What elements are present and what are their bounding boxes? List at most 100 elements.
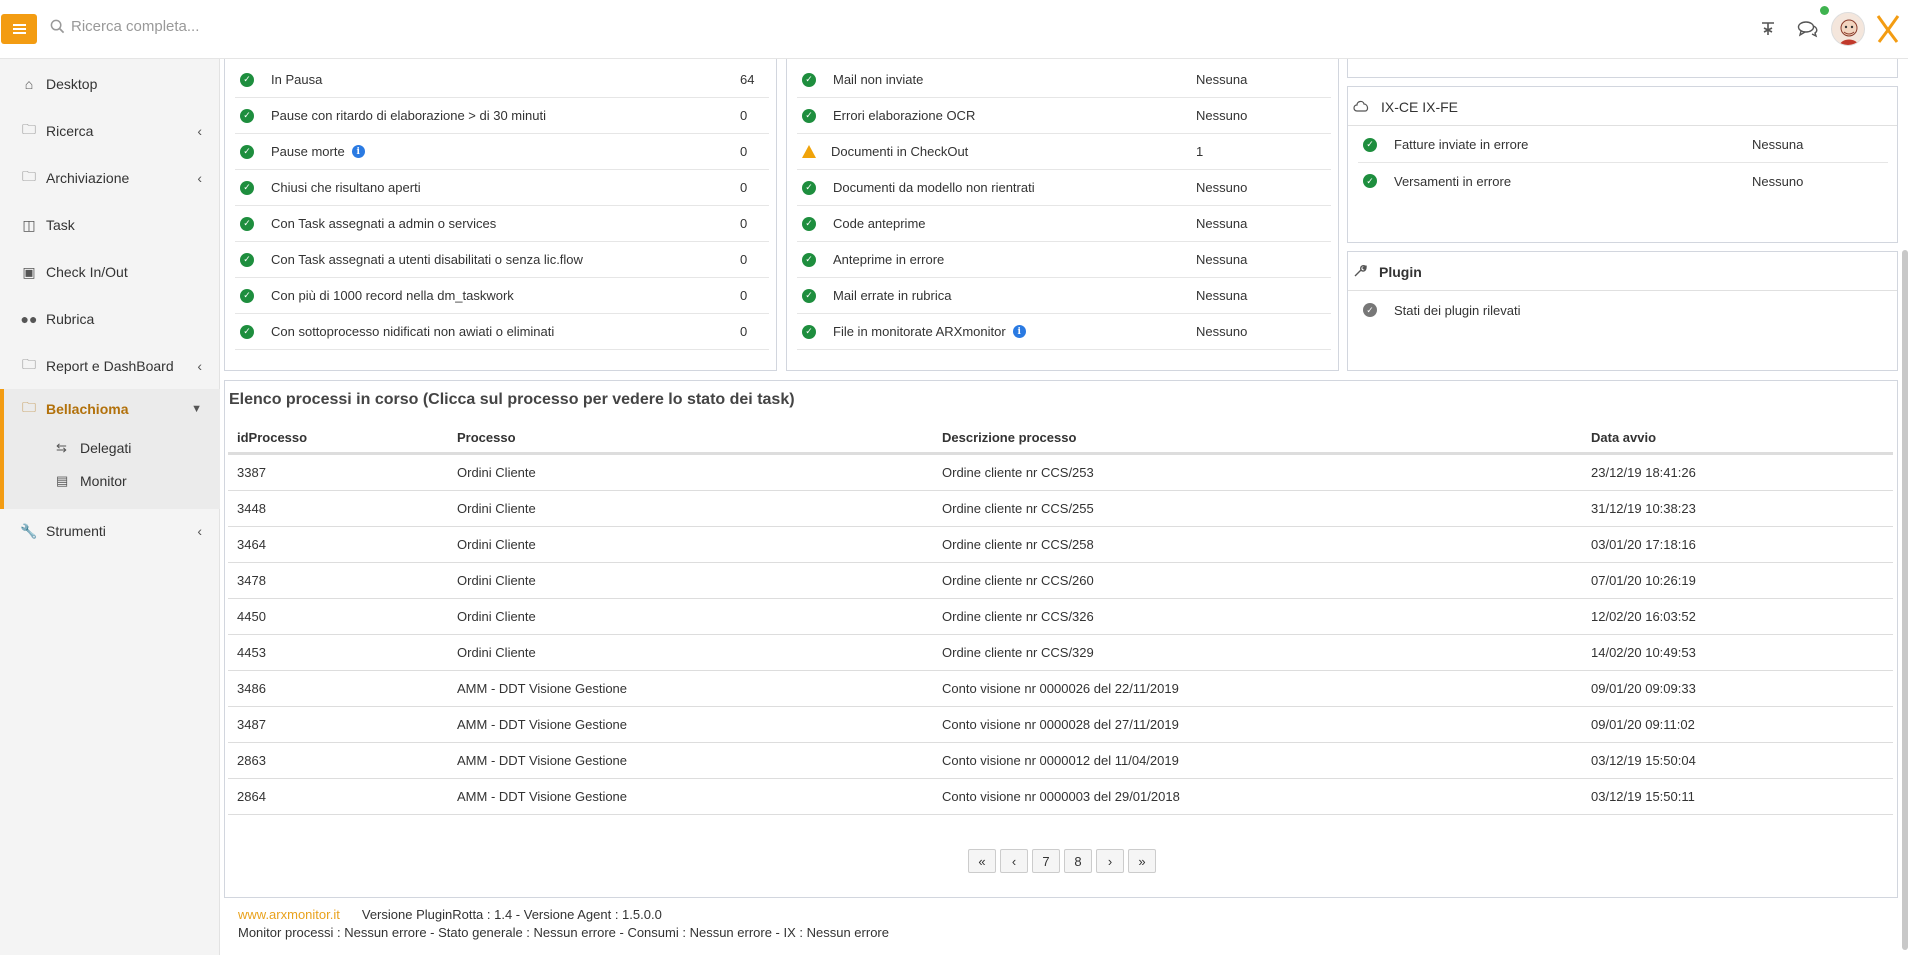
status-row[interactable]: ✓ Code anteprime Nessuna	[797, 206, 1331, 242]
cell-data-avvio: 09/01/20 09:09:33	[1591, 681, 1696, 696]
cell-id: 3387	[237, 465, 266, 480]
column-header-processo[interactable]: Processo	[457, 421, 516, 453]
cell-descrizione: Ordine cliente nr CCS/258	[942, 537, 1094, 552]
page-scrollbar[interactable]	[1902, 250, 1908, 950]
sidebar-item-check-in-out[interactable]: ▣ Check In/Out	[0, 252, 220, 292]
cell-id: 2864	[237, 789, 266, 804]
table-row[interactable]: 4450 Ordini Cliente Ordine cliente nr CCS/…	[228, 598, 1893, 634]
cell-data-avvio: 31/12/19 10:38:23	[1591, 501, 1696, 516]
sidebar-item-desktop[interactable]: ⌂ Desktop	[0, 64, 220, 104]
status-row[interactable]: ✓ Con Task assegnati a utenti disabilitat…	[235, 242, 769, 278]
status-row[interactable]: ✓ Stati dei plugin rilevati	[1358, 292, 1888, 328]
info-icon[interactable]: i	[1012, 325, 1026, 338]
cell-descrizione: Conto visione nr 0000028 del 27/11/2019	[942, 717, 1179, 732]
status-label: Stati dei plugin rilevati	[1394, 302, 1521, 318]
table-row[interactable]: 3448 Ordini Cliente Ordine cliente nr CCS/…	[228, 490, 1893, 526]
sidebar-item-label: Report e DashBoard	[46, 358, 174, 374]
pager-page-7[interactable]: 7	[1032, 849, 1060, 873]
table-row[interactable]: 3387 Ordini Cliente Ordine cliente nr CCS/…	[228, 454, 1893, 490]
search-icon	[50, 19, 65, 34]
avatar[interactable]	[1828, 9, 1868, 49]
sidebar-item-rubrica[interactable]: ●● Rubrica	[0, 299, 220, 339]
wrench-icon: 🔧	[20, 522, 38, 539]
panel-title-text: Plugin	[1379, 264, 1422, 280]
cell-processo: Ordini Cliente	[457, 501, 536, 516]
status-value: Nessuno	[1196, 108, 1248, 123]
global-search[interactable]: Ricerca completa...	[50, 18, 199, 35]
cell-processo: Ordini Cliente	[457, 645, 536, 660]
status-value: Nessuna	[1752, 137, 1804, 152]
search-placeholder[interactable]: Ricerca completa...	[71, 18, 199, 35]
table-row[interactable]: 2864 AMM - DDT Visione Gestione Conto visi…	[228, 778, 1893, 814]
pager-next-button[interactable]: ›	[1096, 849, 1124, 873]
user-avatar[interactable]	[1831, 12, 1865, 46]
status-row[interactable]: ✓ Con sottoprocesso nidificati non awiati…	[235, 314, 769, 350]
table-row[interactable]: 2863 AMM - DDT Visione Gestione Conto visi…	[228, 742, 1893, 778]
column-header-id[interactable]: idProcesso	[237, 421, 307, 453]
status-row[interactable]: ✓ Mail non inviate Nessuna	[797, 62, 1331, 98]
status-row[interactable]: ✓ Mail errate in rubrica Nessuna	[797, 278, 1331, 314]
panel-title-text: IX-CE IX-FE	[1381, 99, 1459, 115]
cell-data-avvio: 14/02/20 10:49:53	[1591, 645, 1696, 660]
status-row[interactable]: ✓ Fatture inviate in errore Nessuna	[1358, 127, 1888, 163]
sidebar-item-label: Ricerca	[46, 123, 94, 139]
cell-processo: Ordini Cliente	[457, 609, 536, 624]
pager-last-button[interactable]: »	[1128, 849, 1156, 873]
status-row[interactable]: ✓ Con Task assegnati a admin o services 0	[235, 206, 769, 242]
table-row[interactable]: 3464 Ordini Cliente Ordine cliente nr CCS/…	[228, 526, 1893, 562]
cell-id: 3478	[237, 573, 266, 588]
cell-data-avvio: 03/01/20 17:18:16	[1591, 537, 1696, 552]
table-row[interactable]: 3478 Ordini Cliente Ordine cliente nr CCS/…	[228, 562, 1893, 598]
footer-link[interactable]: www.arxmonitor.it	[238, 907, 340, 922]
help-icon[interactable]	[1748, 9, 1788, 49]
cell-id: 3486	[237, 681, 266, 696]
status-row[interactable]: ✓ Documenti da modello non rientrati Nessu…	[797, 170, 1331, 206]
cell-processo: Ordini Cliente	[457, 573, 536, 588]
info-icon[interactable]: i	[351, 145, 365, 158]
sidebar-subitem-monitor[interactable]: ▤ Monitor	[0, 466, 220, 496]
table-row[interactable]: 3486 AMM - DDT Visione Gestione Conto visi…	[228, 670, 1893, 706]
status-row[interactable]: ✓ Pause con ritardo di elaborazione > di …	[235, 98, 769, 134]
status-row[interactable]: ✓ Anteprime in errore Nessuna	[797, 242, 1331, 278]
folder-icon: 🗀	[22, 399, 36, 415]
status-row[interactable]: ✓ Con più di 1000 record nella dm_taskwor…	[235, 278, 769, 314]
sidebar-item-archiviazione[interactable]: 🗀 Archiviazione ‹	[0, 158, 220, 198]
check-icon: ✓	[240, 288, 254, 303]
status-label: Con più di 1000 record nella dm_taskwork	[271, 288, 514, 303]
sidebar-subitem-delegati[interactable]: ⇆ Delegati	[0, 433, 220, 463]
brand-logo[interactable]	[1868, 9, 1908, 49]
column-header-data-avvio[interactable]: Data avvio	[1591, 421, 1656, 453]
sidebar-item-report-dashboard[interactable]: 🗀 Report e DashBoard ‹	[0, 346, 220, 386]
menu-toggle-button[interactable]	[1, 14, 37, 44]
cell-descrizione: Conto visione nr 0000003 del 29/01/2018	[942, 789, 1180, 804]
chat-icon[interactable]	[1788, 9, 1828, 49]
status-row[interactable]: ✓ In Pausa 64	[235, 62, 769, 98]
table-row[interactable]: 4453 Ordini Cliente Ordine cliente nr CCS/…	[228, 634, 1893, 670]
users-icon: ●●	[20, 311, 38, 327]
sidebar-item-strumenti[interactable]: 🔧 Strumenti ‹	[0, 511, 220, 551]
column-header-descrizione[interactable]: Descrizione processo	[942, 421, 1076, 453]
chevron-left-icon: ‹	[197, 358, 202, 374]
folder-icon: 🗀	[22, 121, 36, 137]
status-row[interactable]: ✓ Chiusi che risultano aperti 0	[235, 170, 769, 206]
pager-prev-button[interactable]: ‹	[1000, 849, 1028, 873]
cell-processo: Ordini Cliente	[457, 465, 536, 480]
sidebar-item-bellachioma[interactable]: 🗀 Bellachioma ▼	[0, 389, 220, 429]
sidebar-item-task[interactable]: ◫ Task	[0, 205, 220, 245]
status-value: 0	[740, 252, 748, 267]
status-row[interactable]: ✓ Errori elaborazione OCR Nessuno	[797, 98, 1331, 134]
top-right-panel-stub	[1347, 59, 1898, 78]
status-row[interactable]: ✓ File in monitorate ARXmonitor i Nessuno	[797, 314, 1331, 350]
status-label: In Pausa	[271, 72, 323, 87]
status-row[interactable]: Documenti in CheckOut 1	[797, 134, 1331, 170]
status-row[interactable]: ✓ Pause morte i 0	[235, 134, 769, 170]
status-row[interactable]: ✓ Versamenti in errore Nessuno	[1358, 163, 1888, 199]
table-row[interactable]: 3487 AMM - DDT Visione Gestione Conto visi…	[228, 706, 1893, 742]
cell-descrizione: Conto visione nr 0000012 del 11/04/2019	[942, 753, 1179, 768]
check-icon: ✓	[240, 72, 254, 87]
sidebar-item-ricerca[interactable]: 🗀 Ricerca ‹	[0, 111, 220, 151]
sidebar-item-label: Check In/Out	[46, 264, 128, 280]
pager-first-button[interactable]: «	[968, 849, 996, 873]
check-icon: ✓	[1363, 303, 1377, 317]
pager-page-8[interactable]: 8	[1064, 849, 1092, 873]
